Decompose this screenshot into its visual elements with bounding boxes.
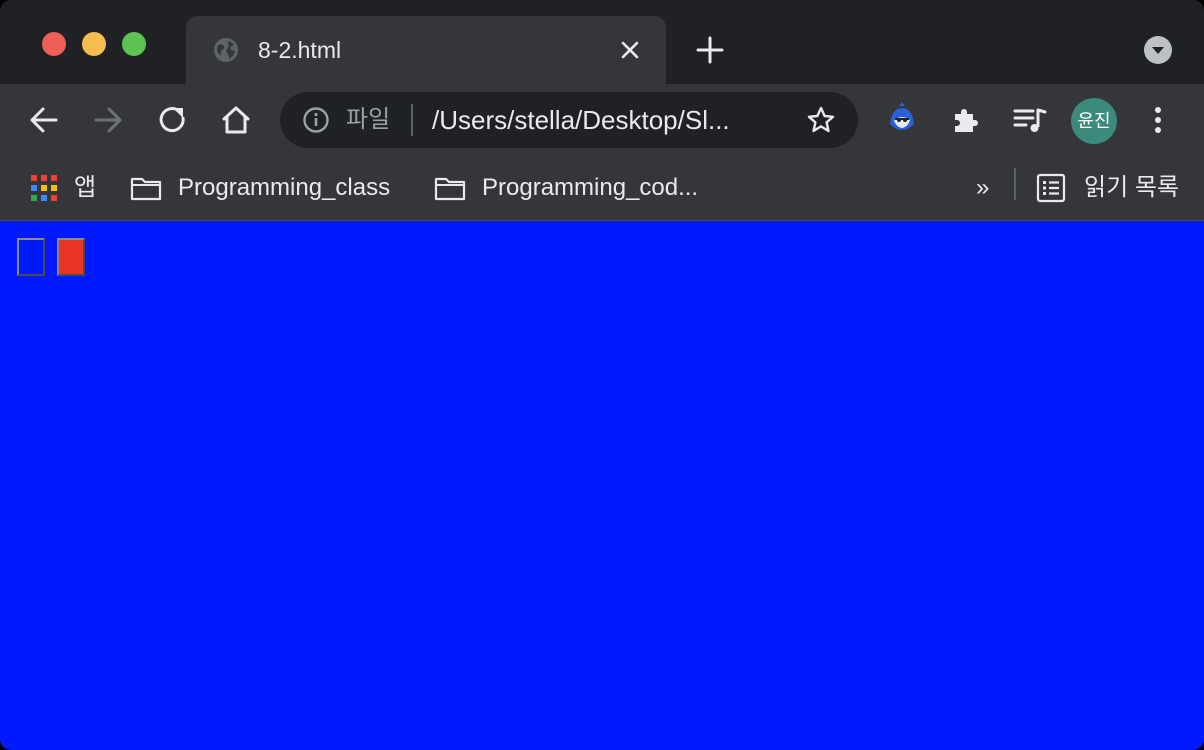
- tab-title: 8-2.html: [258, 37, 342, 63]
- bookmark-apps[interactable]: 앱: [28, 168, 108, 208]
- bookmark-folder-programming-class[interactable]: Programming_class: [130, 168, 410, 208]
- reading-list-icon: [1036, 173, 1066, 203]
- media-playlist-icon[interactable]: [1010, 100, 1050, 140]
- tab-strip: 8-2.html: [0, 0, 1204, 84]
- extensions-puzzle-icon[interactable]: [946, 100, 986, 140]
- globe-icon: [212, 36, 240, 64]
- apps-grid-icon: [31, 175, 57, 201]
- folder-icon: [434, 177, 466, 201]
- bookmarks-divider: [1014, 168, 1016, 200]
- red-color-button[interactable]: [57, 238, 85, 276]
- browser-window: 8-2.html 파일 /Users/stella/Desktop/Sl... …: [0, 0, 1204, 750]
- url-text[interactable]: /Users/stella/Desktop/Sl...: [432, 105, 730, 135]
- tab-search-icon[interactable]: [1144, 36, 1172, 64]
- reload-icon[interactable]: [152, 100, 192, 140]
- bookmark-label: Programming_cod...: [482, 174, 699, 201]
- omnibox-divider: [411, 104, 413, 136]
- bookmark-label: Programming_class: [178, 174, 391, 201]
- reading-list-button[interactable]: 읽기 목록: [1036, 168, 1196, 208]
- bookmark-star-icon[interactable]: [806, 105, 836, 135]
- toolbar: 파일 /Users/stella/Desktop/Sl... 윤진: [0, 84, 1204, 156]
- apps-label: 앱: [74, 174, 97, 201]
- extension-mascot-icon[interactable]: [882, 100, 922, 140]
- new-tab-icon[interactable]: [694, 34, 726, 66]
- overflow-chevron-icon: »: [976, 174, 990, 201]
- page-content: [0, 221, 1204, 750]
- more-menu-icon[interactable]: [1138, 100, 1178, 140]
- maximize-window-button[interactable]: [122, 32, 146, 56]
- close-window-button[interactable]: [42, 32, 66, 56]
- forward-icon[interactable]: [88, 100, 128, 140]
- home-icon[interactable]: [216, 100, 256, 140]
- close-tab-icon[interactable]: [618, 38, 642, 62]
- folder-icon: [130, 177, 162, 201]
- file-scheme-label: 파일: [346, 106, 391, 133]
- reading-list-label: 읽기 목록: [1084, 174, 1179, 201]
- minimize-window-button[interactable]: [82, 32, 106, 56]
- bookmark-folder-programming-code[interactable]: Programming_cod...: [434, 168, 724, 208]
- bookmarks-bar: 앱 Programming_class Programming_cod... »: [0, 156, 1204, 221]
- profile-avatar[interactable]: 윤진: [1071, 98, 1117, 144]
- back-icon[interactable]: [24, 100, 64, 140]
- active-tab[interactable]: 8-2.html: [186, 16, 666, 84]
- address-bar[interactable]: 파일 /Users/stella/Desktop/Sl...: [280, 92, 858, 148]
- info-icon[interactable]: [302, 106, 330, 134]
- blue-color-button[interactable]: [17, 238, 45, 276]
- bookmarks-overflow-button[interactable]: »: [974, 168, 1000, 208]
